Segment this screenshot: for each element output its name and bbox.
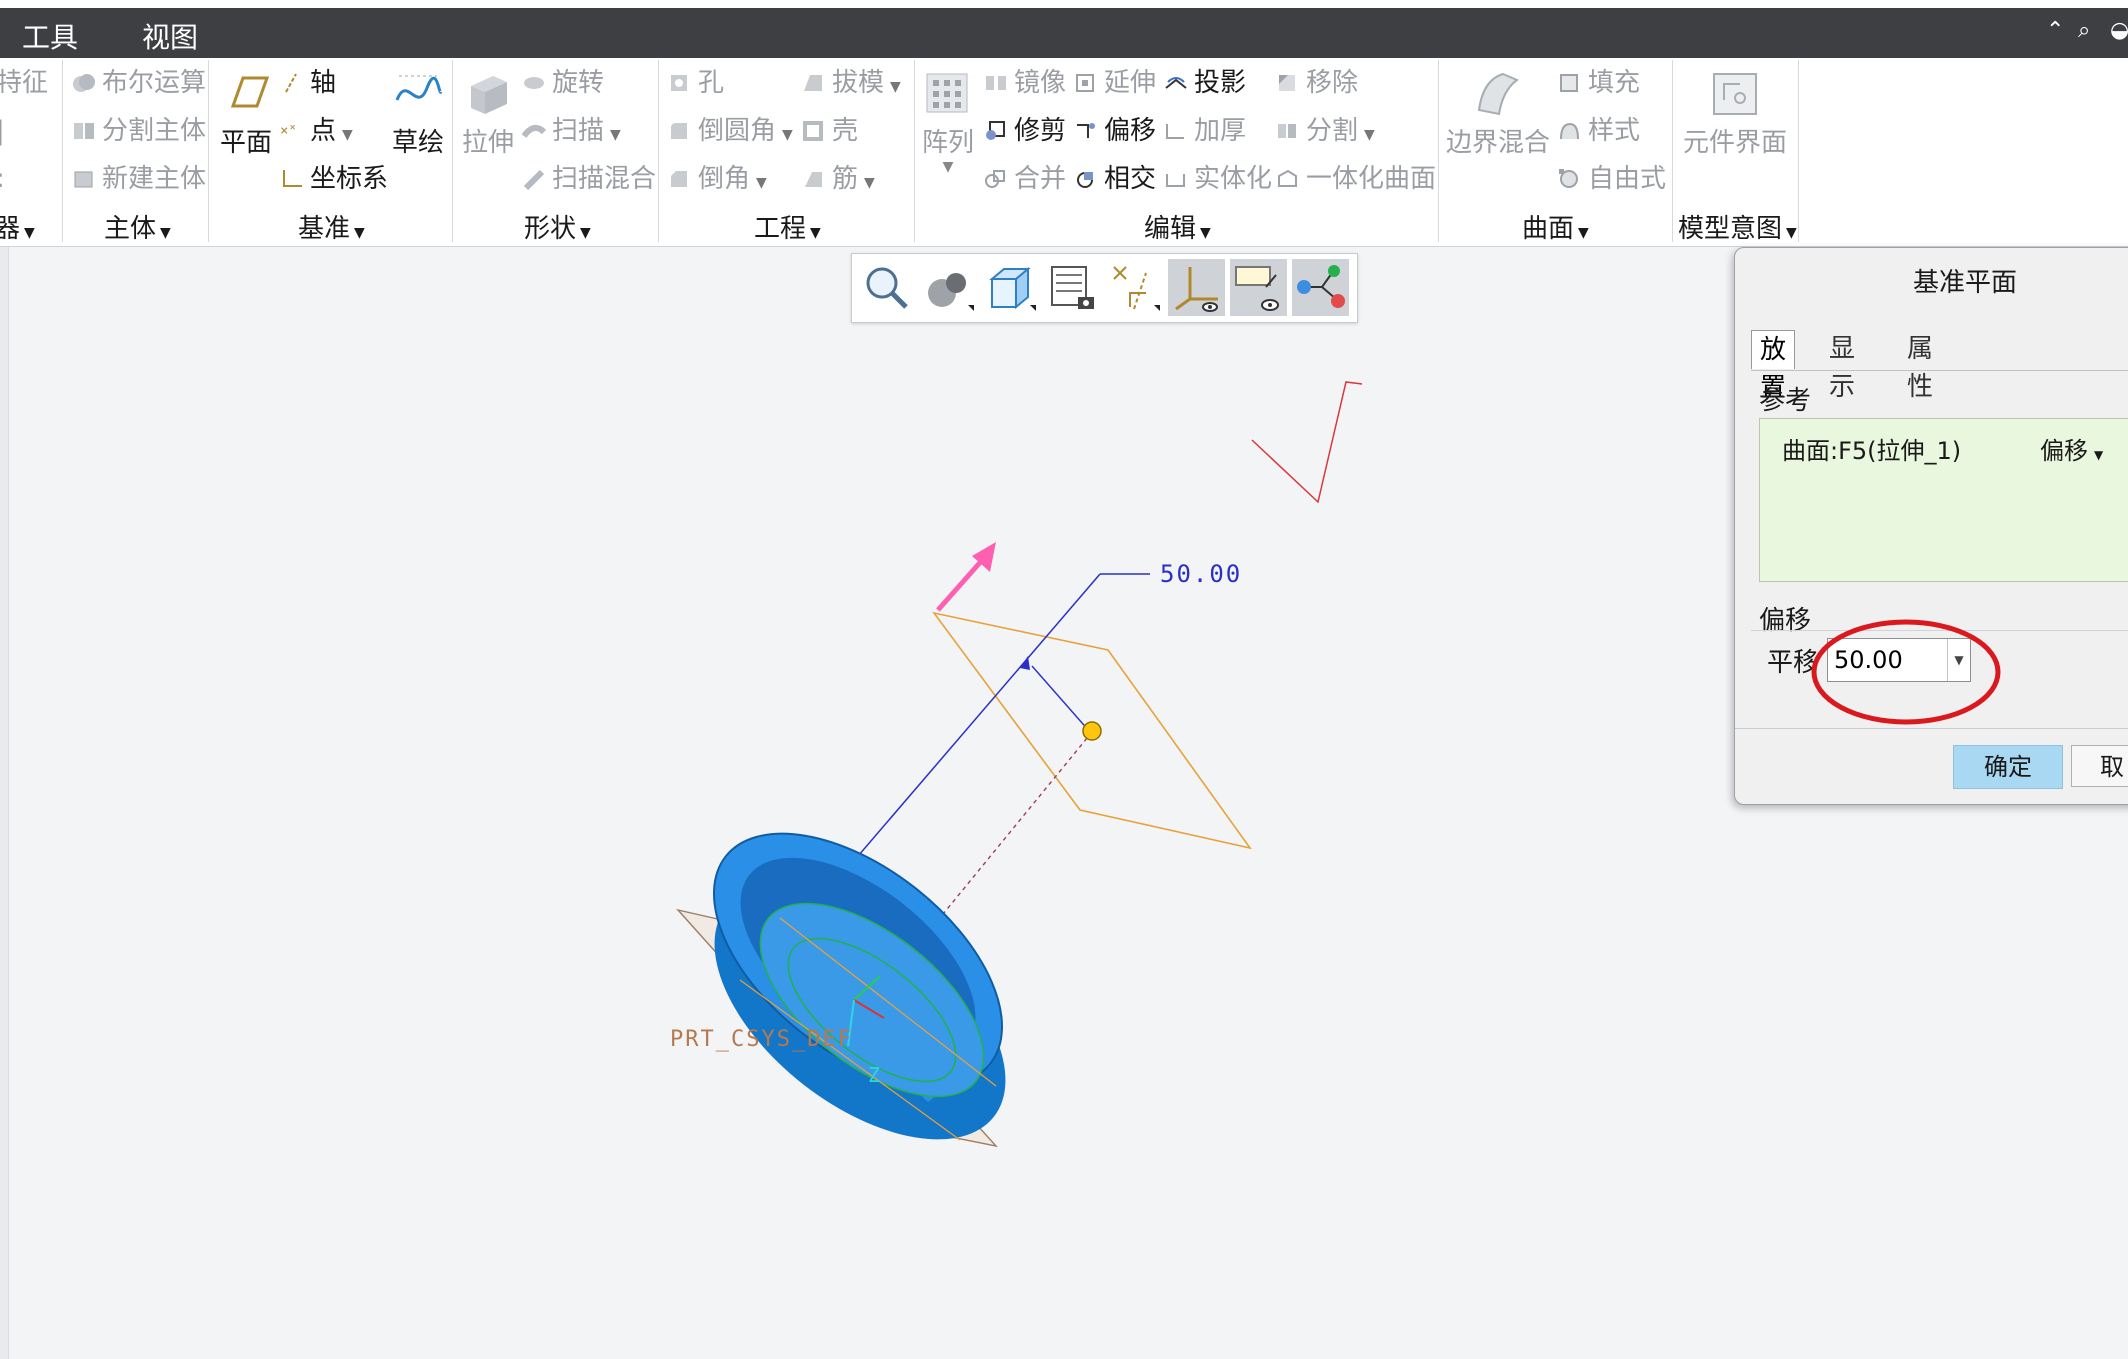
dialog-title: 基准平面: [1912, 268, 2017, 298]
reference-item[interactable]: 曲面:F5(拉伸_1): [1782, 431, 1961, 466]
csys-z-label: Z: [868, 1063, 880, 1087]
references-label: 参考: [1759, 386, 1812, 416]
annotation-display-icon: [1235, 266, 1279, 311]
spin-center-icon: [1297, 265, 1345, 308]
csys-display-icon: [1175, 267, 1218, 312]
tab-display[interactable]: 显示: [1821, 330, 1863, 402]
zoom-fit-button[interactable]: [858, 259, 915, 316]
ok-button[interactable]: 确定: [1953, 745, 2063, 789]
graphics-toolbar: [851, 253, 1358, 323]
spin-center-toggle[interactable]: [1292, 259, 1349, 316]
view-manager-button[interactable]: [1044, 259, 1101, 316]
csys-display-toggle[interactable]: [1168, 259, 1225, 316]
shading-icon: [928, 273, 974, 311]
reference-constraint-dropdown[interactable]: 偏移 ▼: [2040, 431, 2103, 466]
cancel-button[interactable]: 取: [2071, 745, 2128, 787]
tab-placement[interactable]: 放置: [1751, 330, 1796, 403]
datum-display-filters-button[interactable]: [1106, 259, 1163, 316]
part-ring[interactable]: [669, 784, 1051, 1189]
tab-properties[interactable]: 属性: [1899, 330, 1941, 402]
offset-drag-handle[interactable]: [1082, 721, 1102, 741]
cube-icon: [989, 266, 1036, 311]
references-list[interactable]: 曲面:F5(拉伸_1) 偏移 ▼: [1759, 418, 2128, 582]
saved-views-button[interactable]: [982, 259, 1039, 316]
zoom-icon: [866, 267, 908, 309]
csys-label: PRT_CSYS_DEF: [670, 1027, 853, 1052]
view-manager-icon: [1051, 266, 1094, 309]
annotation-display-toggle[interactable]: [1230, 259, 1287, 316]
datum-display-icon: [1113, 266, 1160, 311]
offset-dimension-label[interactable]: 50.00: [1160, 560, 1242, 588]
highlight-circle: [1811, 619, 2001, 725]
datum-trace: [1251, 381, 1363, 504]
direction-arrow[interactable]: [936, 556, 986, 612]
display-style-button[interactable]: [920, 259, 977, 316]
